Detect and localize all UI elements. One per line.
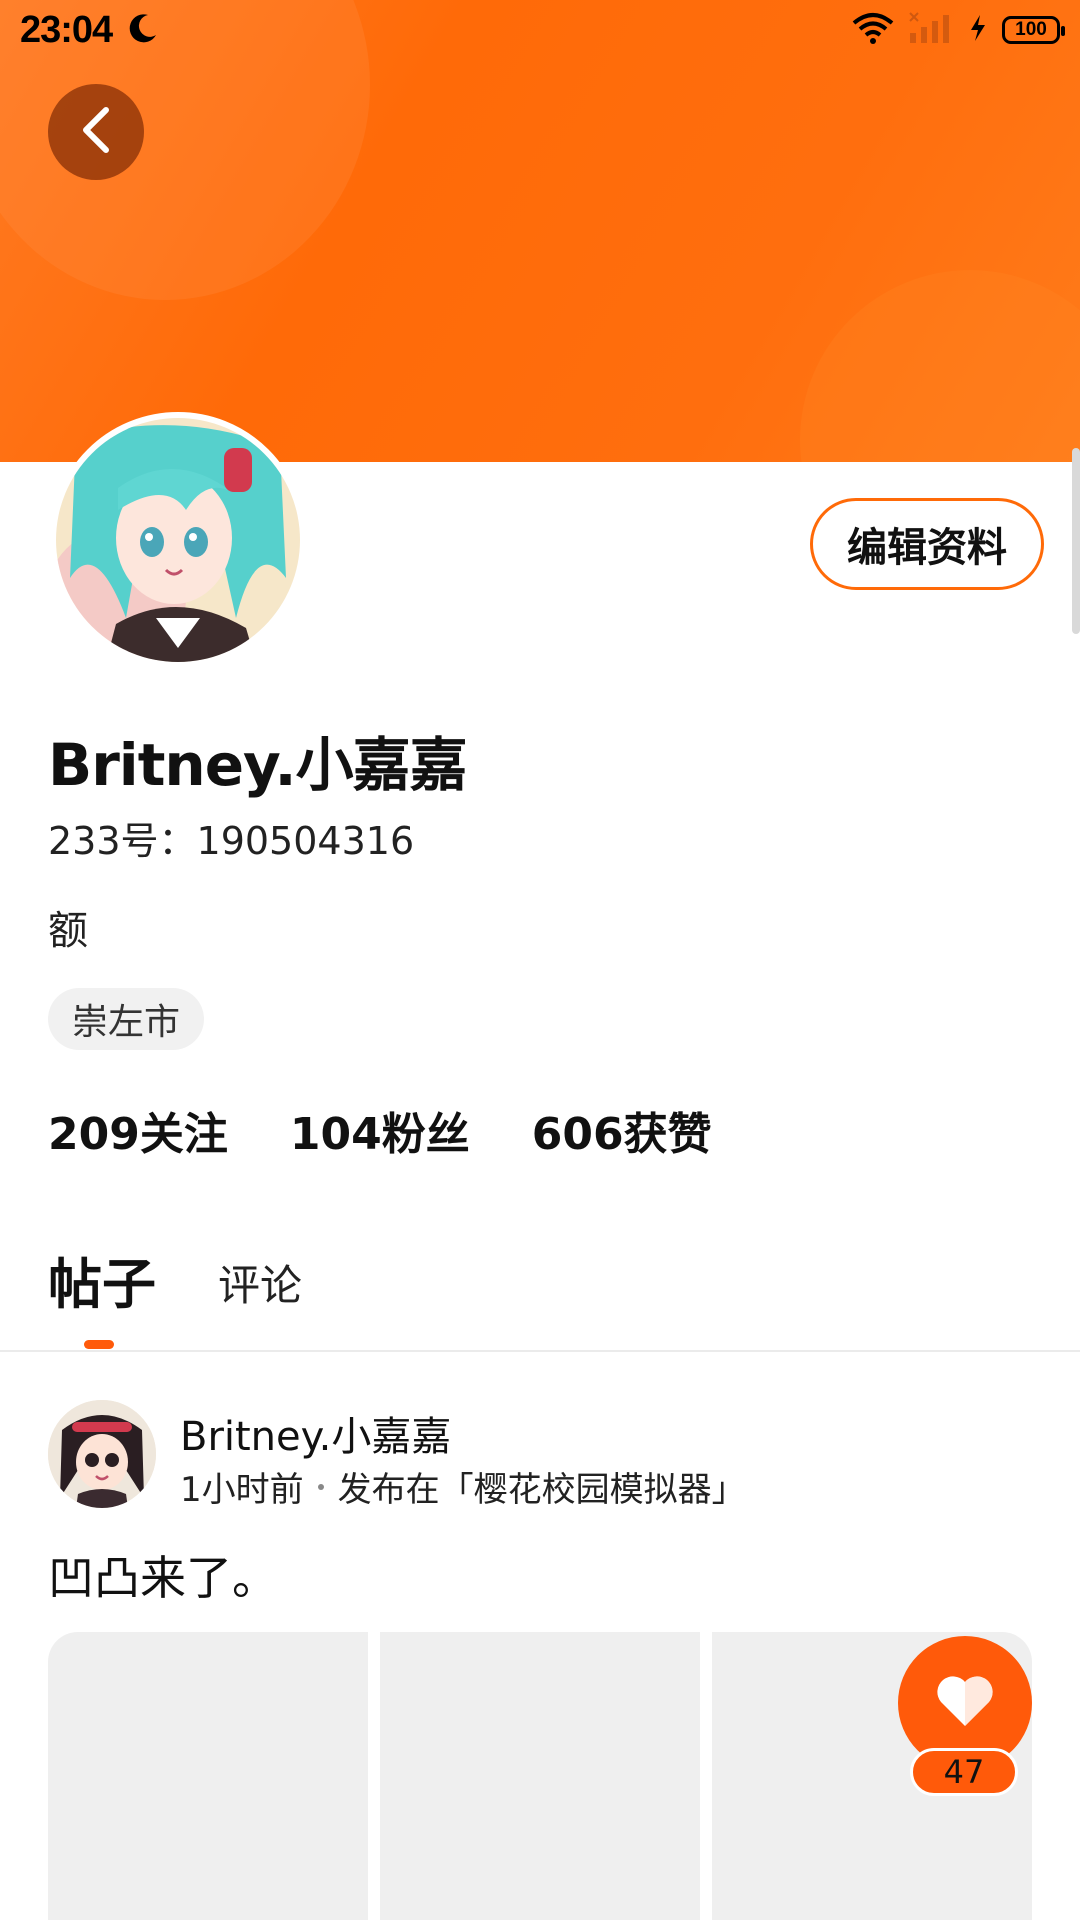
status-bar: 23:04 100: [0, 0, 1080, 60]
stat-following[interactable]: 209 关注: [48, 1098, 228, 1162]
post-image[interactable]: [48, 1632, 368, 1920]
stat-count: 104: [289, 1109, 382, 1160]
post-image[interactable]: [380, 1632, 700, 1920]
stat-label: 粉丝: [381, 1109, 470, 1160]
post-author-avatar[interactable]: [48, 1400, 156, 1508]
profile-screen: 23:04 100 编辑资料 Britney.小嘉嘉 233号：19050431…: [0, 0, 1080, 1920]
post-time: 1小时前: [180, 1470, 304, 1510]
tab-comments[interactable]: 评论: [218, 1252, 302, 1319]
profile-id: 233号：190504316: [48, 819, 415, 863]
back-button[interactable]: [48, 84, 144, 180]
moon-icon: [126, 11, 160, 49]
scrollbar[interactable]: [1072, 448, 1080, 634]
status-left: 23:04: [20, 9, 160, 52]
post-text[interactable]: 凹凸来了。: [48, 1542, 278, 1608]
content-tabs: 帖子 评论: [48, 1240, 302, 1319]
profile-banner: [0, 0, 1080, 462]
charging-icon: [968, 13, 988, 47]
profile-stats: 209 关注 104 粉丝 606 获赞: [48, 1098, 712, 1162]
post-author-name[interactable]: Britney.小嘉嘉: [180, 1404, 451, 1462]
status-time: 23:04: [20, 8, 113, 51]
profile-bio: 额: [48, 908, 88, 954]
profile-avatar[interactable]: [50, 412, 306, 668]
stat-likes[interactable]: 606 获赞: [532, 1098, 712, 1162]
tabs-divider: [0, 1350, 1080, 1352]
post-images: [48, 1632, 1032, 1920]
status-right: 100: [852, 11, 1065, 49]
stat-followers[interactable]: 104 粉丝: [290, 1098, 470, 1162]
location-tag[interactable]: 崇左市: [48, 988, 205, 1050]
separator-dot: [317, 1483, 324, 1490]
like-count: 47: [910, 1748, 1018, 1796]
chevron-left-icon: [74, 104, 118, 160]
banner-decoration: [800, 270, 1080, 462]
cellular-signal-icon: [908, 11, 954, 49]
battery-icon: 100: [1002, 16, 1065, 44]
post-forum[interactable]: 发布在「樱花校园模拟器」: [338, 1462, 746, 1511]
stat-label: 获赞: [623, 1109, 712, 1160]
active-tab-indicator: [84, 1340, 114, 1349]
stat-label: 关注: [139, 1109, 228, 1160]
wifi-icon: [852, 11, 894, 49]
stat-count: 209: [48, 1109, 140, 1160]
edit-profile-button[interactable]: 编辑资料: [810, 498, 1044, 590]
profile-username: Britney.小嘉嘉: [48, 731, 468, 799]
tab-posts[interactable]: 帖子: [48, 1240, 156, 1319]
heart-icon: [935, 1674, 995, 1732]
post-meta: 1小时前 发布在「樱花校园模拟器」: [180, 1462, 746, 1511]
stat-count: 606: [531, 1109, 624, 1160]
